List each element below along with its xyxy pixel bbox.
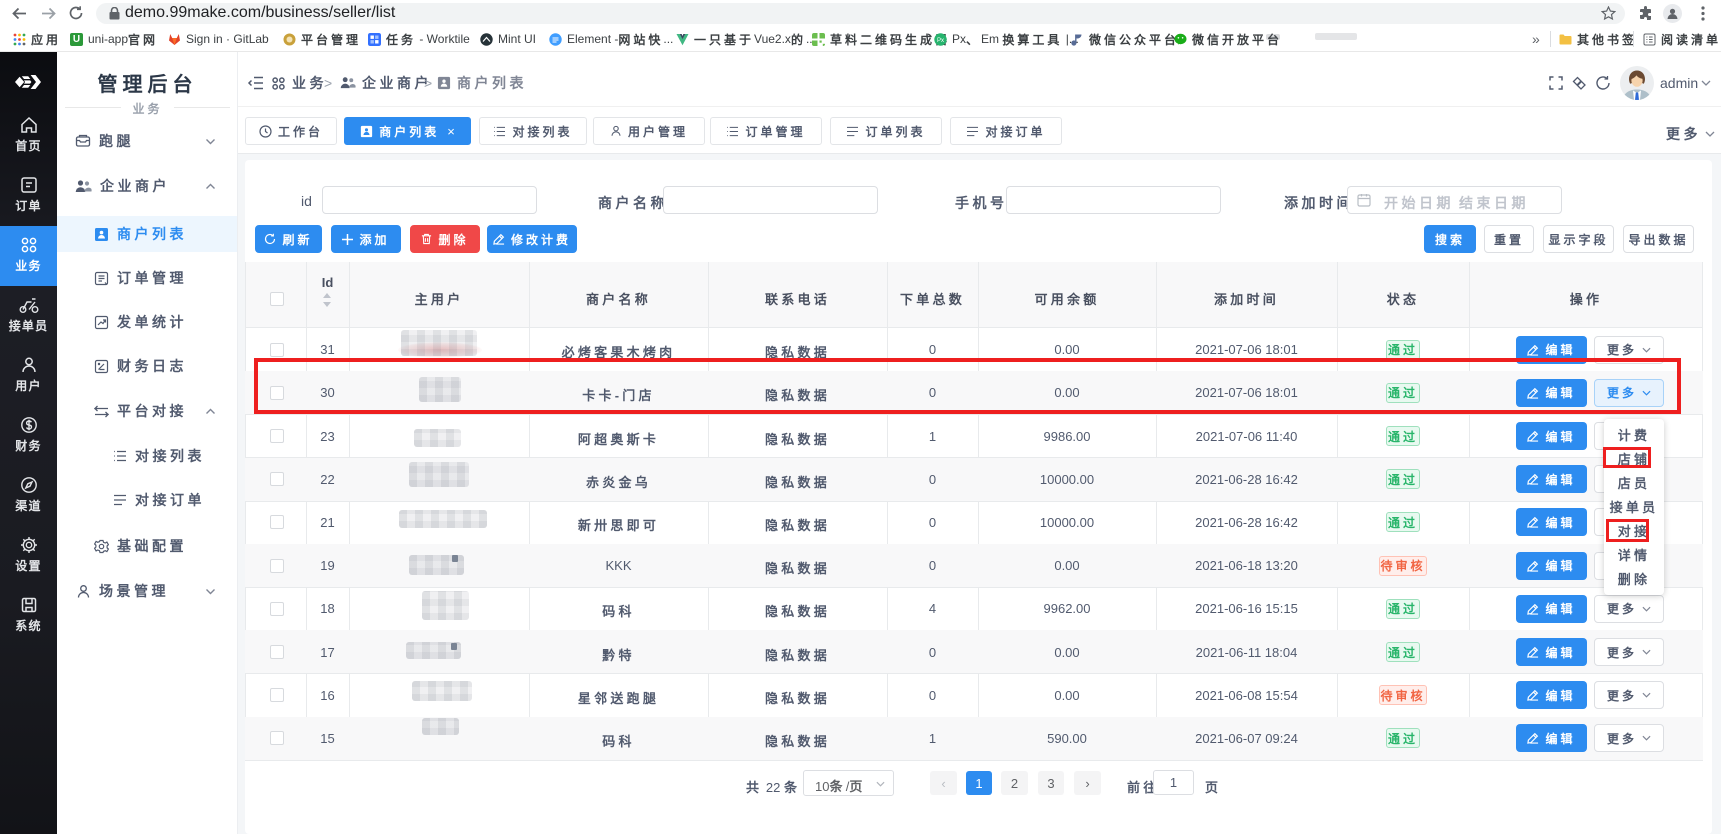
svg-text:Px: Px [937,38,944,44]
